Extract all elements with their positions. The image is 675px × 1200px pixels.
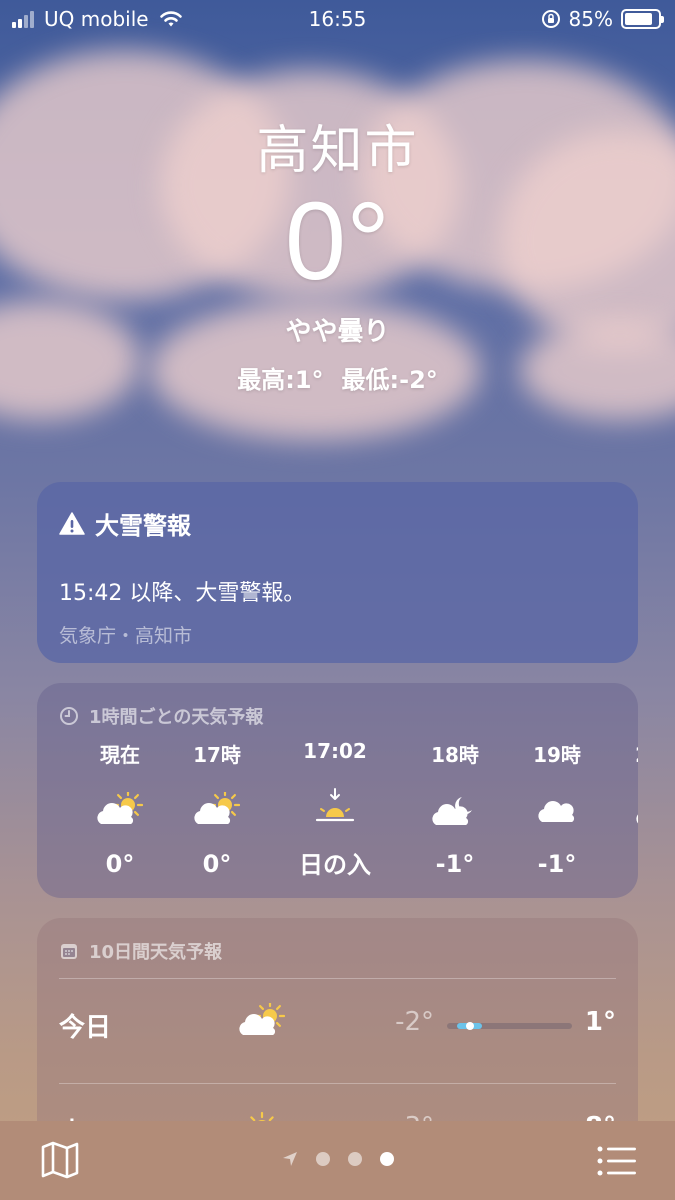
city-name: 高知市 [256, 121, 419, 181]
hour-temperature: -1° [537, 850, 577, 878]
battery-percent: 85% [568, 7, 613, 31]
hourly-item: 現在 0° [70, 739, 170, 878]
hour-label: 18時 [431, 743, 479, 767]
severe-weather-alert[interactable]: 大雪警報 15:42 以降、大雪警報。 気象庁・高知市 [37, 482, 638, 663]
hourly-forecast[interactable]: 1時間ごとの天気予報 現在 0° 17時 0° 17:02 日の入 18時 -1… [37, 683, 638, 898]
hour-temperature: -1° [435, 850, 475, 878]
list-icon[interactable] [597, 1145, 637, 1177]
hour-label: 17時 [193, 743, 241, 767]
sunset-icon [285, 785, 385, 829]
location-arrow-icon[interactable] [282, 1151, 298, 1167]
page-dot[interactable] [348, 1152, 362, 1166]
alert-source: 気象庁・高知市 [59, 625, 193, 647]
alert-message: 15:42 以降、大雪警報。 [59, 581, 306, 606]
cloudy-moon-icon [405, 790, 505, 834]
weather-condition: やや曇り [285, 317, 390, 347]
hour-label: 19時 [533, 743, 581, 767]
current-temperature: 0° [284, 180, 391, 303]
hour-temperature: 0° [202, 850, 232, 878]
ten-day-forecast-title: 10日間天気予報 [89, 942, 223, 963]
current-temp-dot [465, 1022, 474, 1030]
hourly-item: 19時 -1° [507, 739, 607, 878]
low-temperature: 最低:-2° [341, 366, 438, 394]
alert-title: 大雪警報 [95, 512, 191, 540]
hourly-item: 17:02 日の入 [285, 739, 385, 880]
page-dot[interactable] [316, 1152, 330, 1166]
hour-temperature: -1° [609, 850, 638, 878]
high-temperature: 最高:1° [237, 366, 324, 394]
page-indicator[interactable] [282, 1151, 394, 1167]
bottom-toolbar [0, 1121, 675, 1200]
partly-cloudy-sun-icon [239, 1000, 286, 1047]
status-bar: UQ mobile 16:55 85% [0, 0, 675, 40]
page-dot-active[interactable] [380, 1152, 394, 1166]
hourly-item: 20時 -1° [609, 739, 638, 878]
map-icon[interactable] [40, 1141, 80, 1179]
hour-label: 20時 [609, 739, 638, 768]
daily-row[interactable]: 今日 -2° 1° [59, 979, 616, 1069]
current-weather: 高知市 0° やや曇り 最高:1° 最低:-2° [0, 108, 675, 395]
partly-cloudy-sun-icon [70, 790, 170, 834]
day-low-temperature: -2° [395, 1007, 434, 1037]
cloudy-moon-icon [609, 790, 638, 834]
day-label: 今日 [59, 1013, 112, 1043]
hourly-item: 17時 0° [167, 739, 267, 878]
temperature-range-bar [447, 1022, 572, 1030]
hour-temperature: 0° [105, 850, 135, 878]
battery-icon [621, 9, 664, 29]
rotation-lock-icon [541, 10, 560, 28]
hour-temperature: 日の入 [299, 851, 371, 879]
hourly-forecast-title: 1時間ごとの天気予報 [89, 707, 264, 728]
clock-icon [60, 707, 78, 725]
hour-label: 17:02 [303, 739, 367, 763]
day-high-temperature: 1° [584, 1007, 616, 1037]
hour-label: 現在 [100, 743, 140, 767]
cloud-icon [507, 790, 607, 834]
hourly-list[interactable]: 現在 0° 17時 0° 17:02 日の入 18時 -1° 19時 -1° 2… [37, 739, 638, 889]
partly-cloudy-sun-icon [167, 790, 267, 834]
calendar-icon [61, 944, 77, 959]
warning-icon [59, 511, 85, 535]
hourly-item: 18時 -1° [405, 739, 505, 878]
